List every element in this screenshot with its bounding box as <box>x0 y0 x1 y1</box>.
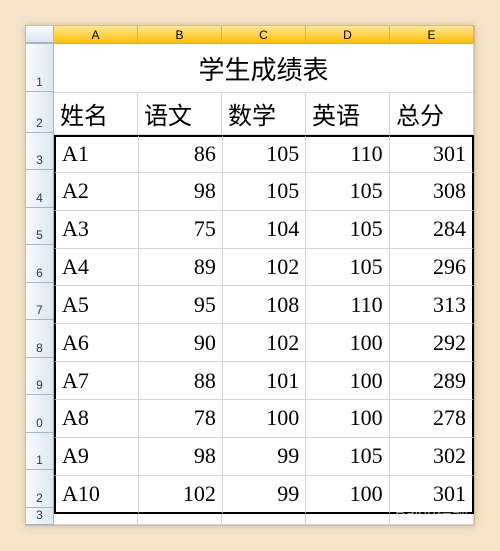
english-cell[interactable]: 110 <box>306 286 389 324</box>
name-cell[interactable]: A10 <box>54 476 139 514</box>
select-all-corner[interactable] <box>26 26 54 43</box>
english-cell[interactable]: 100 <box>306 324 389 362</box>
total-cell[interactable]: 313 <box>390 286 474 324</box>
row-header-13[interactable]: 3 <box>26 508 54 525</box>
table-row: A7 88 101 100 289 <box>54 362 474 400</box>
empty-row <box>54 514 474 525</box>
header-row: 姓名 语文 数学 英语 总分 <box>54 93 474 135</box>
math-cell[interactable]: 108 <box>223 286 306 324</box>
row-header-4[interactable]: 4 <box>26 170 54 208</box>
row-header-11[interactable]: 1 <box>26 433 54 471</box>
name-cell[interactable]: A8 <box>54 400 139 438</box>
english-cell[interactable]: 100 <box>306 476 389 514</box>
column-header-d[interactable]: D <box>306 26 390 43</box>
grid: 学生成绩表 姓名 语文 数学 英语 总分 A1 86 105 110 301 A… <box>54 44 474 525</box>
header-math[interactable]: 数学 <box>222 93 306 135</box>
header-total[interactable]: 总分 <box>390 93 474 135</box>
row-headers: 1 2 3 4 5 6 7 8 9 0 1 2 3 <box>26 44 54 525</box>
title-row: 学生成绩表 <box>54 44 474 93</box>
total-cell[interactable]: 296 <box>390 249 474 287</box>
chinese-cell[interactable]: 89 <box>139 249 222 287</box>
header-chinese[interactable]: 语文 <box>138 93 222 135</box>
table-row: A5 95 108 110 313 <box>54 286 474 324</box>
chinese-cell[interactable]: 86 <box>139 135 222 173</box>
table-row: A9 98 99 105 302 <box>54 438 474 476</box>
row-header-8[interactable]: 8 <box>26 320 54 358</box>
english-cell[interactable]: 105 <box>306 173 389 211</box>
name-cell[interactable]: A7 <box>54 362 139 400</box>
table-row: A1 86 105 110 301 <box>54 135 474 173</box>
math-cell[interactable]: 99 <box>223 438 306 476</box>
english-cell[interactable]: 100 <box>306 362 389 400</box>
math-cell[interactable]: 105 <box>223 173 306 211</box>
table-row: A10 102 99 100 301 <box>54 476 474 514</box>
name-cell[interactable]: A3 <box>54 211 139 249</box>
row-header-3[interactable]: 3 <box>26 133 54 171</box>
english-cell[interactable]: 105 <box>306 438 389 476</box>
total-cell[interactable]: 278 <box>390 400 474 438</box>
chinese-cell[interactable]: 98 <box>139 438 222 476</box>
table-row: A6 90 102 100 292 <box>54 324 474 362</box>
empty-cell[interactable] <box>390 514 474 525</box>
total-cell[interactable]: 284 <box>390 211 474 249</box>
name-cell[interactable]: A1 <box>54 135 139 173</box>
math-cell[interactable]: 101 <box>223 362 306 400</box>
chinese-cell[interactable]: 90 <box>139 324 222 362</box>
row-header-1[interactable]: 1 <box>26 44 54 92</box>
chinese-cell[interactable]: 95 <box>139 286 222 324</box>
chinese-cell[interactable]: 75 <box>139 211 222 249</box>
chinese-cell[interactable]: 78 <box>139 400 222 438</box>
column-header-c[interactable]: C <box>222 26 306 43</box>
math-cell[interactable]: 100 <box>223 400 306 438</box>
math-cell[interactable]: 99 <box>223 476 306 514</box>
empty-cell[interactable] <box>54 514 138 525</box>
table-row: A2 98 105 105 308 <box>54 173 474 211</box>
english-cell[interactable]: 105 <box>306 249 389 287</box>
column-headers: A B C D E <box>26 26 474 44</box>
name-cell[interactable]: A6 <box>54 324 139 362</box>
name-cell[interactable]: A4 <box>54 249 139 287</box>
row-header-12[interactable]: 2 <box>26 470 54 508</box>
row-header-2[interactable]: 2 <box>26 92 54 133</box>
english-cell[interactable]: 105 <box>306 211 389 249</box>
column-header-b[interactable]: B <box>138 26 222 43</box>
table-row: A8 78 100 100 278 <box>54 400 474 438</box>
total-cell[interactable]: 302 <box>390 438 474 476</box>
math-cell[interactable]: 105 <box>223 135 306 173</box>
math-cell[interactable]: 102 <box>223 249 306 287</box>
column-header-a[interactable]: A <box>54 26 138 43</box>
name-cell[interactable]: A9 <box>54 438 139 476</box>
total-cell[interactable]: 301 <box>390 476 474 514</box>
total-cell[interactable]: 289 <box>390 362 474 400</box>
header-name[interactable]: 姓名 <box>54 93 138 135</box>
table-row: A3 75 104 105 284 <box>54 211 474 249</box>
english-cell[interactable]: 110 <box>306 135 389 173</box>
chinese-cell[interactable]: 98 <box>139 173 222 211</box>
empty-cell[interactable] <box>138 514 222 525</box>
table-row: A4 89 102 105 296 <box>54 249 474 287</box>
column-header-e[interactable]: E <box>390 26 474 43</box>
title-cell[interactable]: 学生成绩表 <box>54 44 474 93</box>
row-header-7[interactable]: 7 <box>26 283 54 321</box>
math-cell[interactable]: 102 <box>223 324 306 362</box>
english-cell[interactable]: 100 <box>306 400 389 438</box>
chinese-cell[interactable]: 102 <box>139 476 222 514</box>
total-cell[interactable]: 301 <box>390 135 474 173</box>
total-cell[interactable]: 308 <box>390 173 474 211</box>
total-cell[interactable]: 292 <box>390 324 474 362</box>
name-cell[interactable]: A5 <box>54 286 139 324</box>
row-header-10[interactable]: 0 <box>26 395 54 433</box>
row-header-5[interactable]: 5 <box>26 208 54 246</box>
math-cell[interactable]: 104 <box>223 211 306 249</box>
empty-cell[interactable] <box>306 514 390 525</box>
spreadsheet: A B C D E 1 2 3 4 5 6 7 8 9 0 1 2 3 学生成绩… <box>25 25 475 526</box>
name-cell[interactable]: A2 <box>54 173 139 211</box>
chinese-cell[interactable]: 88 <box>139 362 222 400</box>
header-english[interactable]: 英语 <box>306 93 390 135</box>
empty-cell[interactable] <box>222 514 306 525</box>
row-header-6[interactable]: 6 <box>26 245 54 283</box>
row-header-9[interactable]: 9 <box>26 358 54 396</box>
